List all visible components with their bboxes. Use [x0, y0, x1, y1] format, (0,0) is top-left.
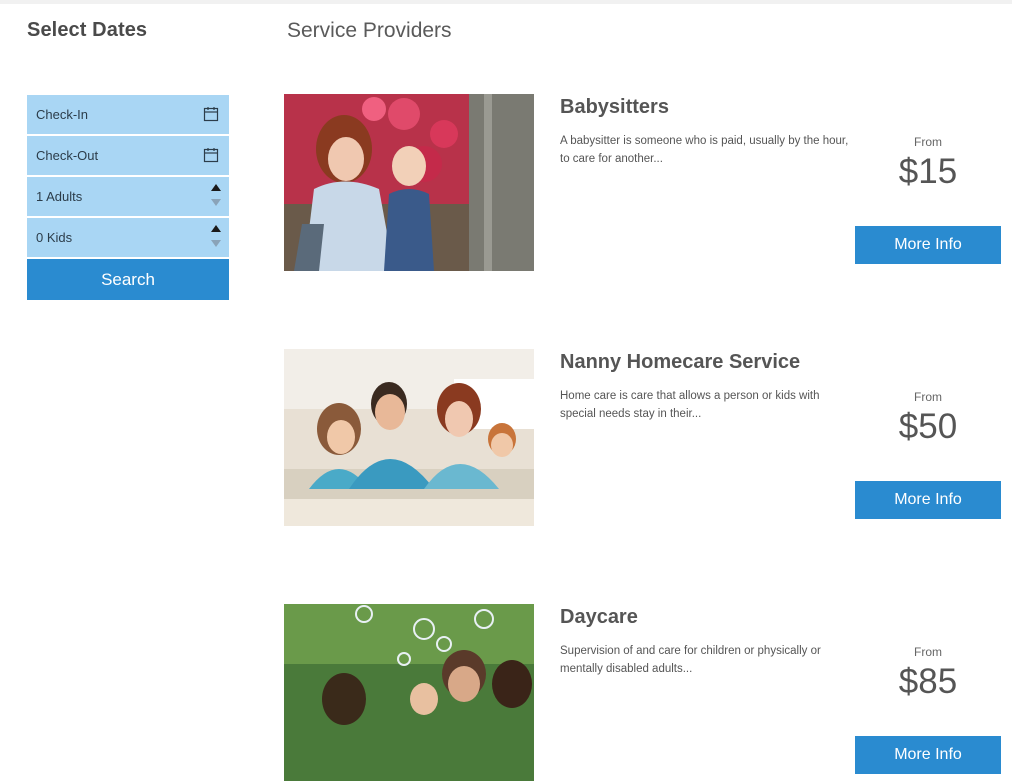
provider-description: Home care is care that allows a person o…	[560, 390, 820, 420]
checkin-label: Check-In	[36, 107, 89, 122]
provider-price: $50	[898, 407, 958, 446]
provider-description: Supervision of and care for children or …	[560, 645, 821, 675]
more-info-button[interactable]: More Info	[855, 736, 1001, 774]
top-border	[0, 0, 1012, 4]
provider-name: Nanny Homecare Service	[560, 351, 801, 373]
service-providers-heading: Service Providers	[287, 19, 452, 42]
kids-label: 0 Kids	[36, 230, 73, 245]
kids-stepper[interactable]: 0 Kids	[27, 218, 229, 257]
adults-label: 1 Adults	[36, 189, 83, 204]
provider-name: Babysitters	[560, 96, 669, 118]
checkout-field[interactable]: Check-Out	[27, 136, 229, 175]
provider-card-nanny-homecare: Nanny Homecare Service Home care is care…	[284, 349, 1004, 529]
booking-filter-panel: Check-In Check-Out 1 Adults 0 Kids Searc…	[27, 95, 229, 300]
checkout-label: Check-Out	[36, 148, 99, 163]
family-photo	[284, 349, 534, 526]
kids-stepper-arrows[interactable]	[210, 223, 222, 251]
babysitter-photo	[284, 94, 534, 271]
adults-stepper-arrows[interactable]	[210, 182, 222, 210]
arrow-down-icon[interactable]	[211, 240, 221, 247]
arrow-down-icon[interactable]	[211, 199, 221, 206]
more-info-button[interactable]: More Info	[855, 226, 1001, 264]
provider-name: Daycare	[560, 606, 638, 628]
search-button[interactable]: Search	[27, 259, 229, 300]
checkin-field[interactable]: Check-In	[27, 95, 229, 134]
provider-price: $85	[898, 662, 958, 701]
more-info-button[interactable]: More Info	[855, 481, 1001, 519]
provider-price: $15	[898, 152, 958, 191]
arrow-up-icon[interactable]	[211, 225, 221, 232]
daycare-photo	[284, 604, 534, 781]
price-from-label: From	[914, 390, 942, 404]
provider-card-daycare: Daycare Supervision of and care for chil…	[284, 604, 1004, 784]
calendar-icon[interactable]	[203, 147, 219, 163]
arrow-up-icon[interactable]	[211, 184, 221, 191]
provider-description: A babysitter is someone who is paid, usu…	[560, 135, 849, 165]
select-dates-heading: Select Dates	[27, 19, 148, 41]
price-from-label: From	[914, 645, 942, 659]
calendar-icon[interactable]	[203, 106, 219, 122]
adults-stepper[interactable]: 1 Adults	[27, 177, 229, 216]
price-from-label: From	[914, 135, 942, 149]
provider-card-babysitters: Babysitters A babysitter is someone who …	[284, 94, 1004, 274]
